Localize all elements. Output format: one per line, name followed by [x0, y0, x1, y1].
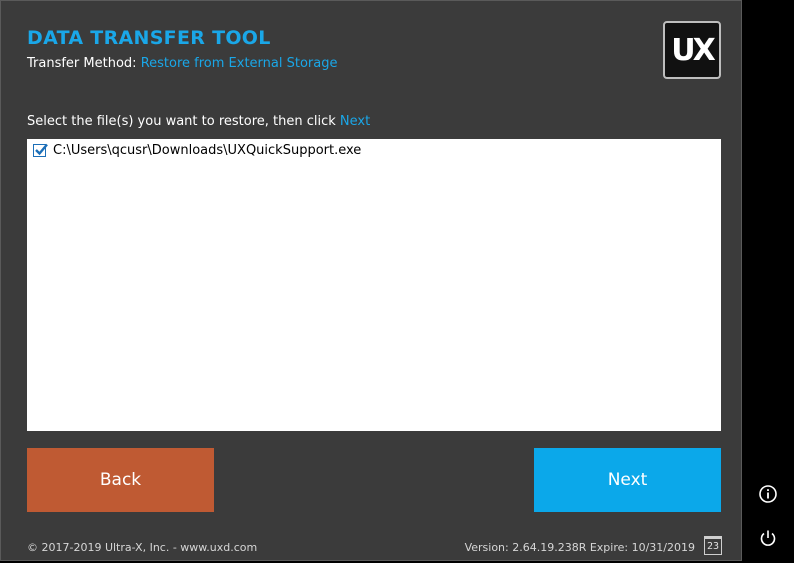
file-path: C:\Users\qcusr\Downloads\UXQuickSupport.… [53, 143, 362, 158]
power-button[interactable] [757, 527, 779, 549]
checkmark-icon [35, 143, 48, 156]
version-text: Version: 2.64.19.238R Expire: 10/31/2019 [464, 541, 695, 554]
transfer-method-label: Transfer Method: [27, 56, 137, 71]
calendar-day: 23 [706, 541, 720, 552]
instruction-label: Select the file(s) you want to restore, … [27, 114, 336, 129]
side-panel [742, 0, 794, 563]
info-button[interactable] [757, 483, 779, 505]
file-list[interactable]: C:\Users\qcusr\Downloads\UXQuickSupport.… [27, 139, 721, 431]
calendar-icon[interactable]: 23 [704, 536, 722, 555]
copyright-text: © 2017-2019 Ultra-X, Inc. - www.uxd.com [27, 541, 258, 554]
back-button[interactable]: Back [27, 448, 214, 512]
transfer-method-value: Restore from External Storage [140, 56, 338, 71]
ux-logo: UX [663, 21, 721, 79]
power-icon [760, 530, 776, 546]
info-icon [759, 485, 777, 503]
app-window: DATA TRANSFER TOOL Transfer Method: Rest… [0, 0, 742, 561]
instruction-text: Select the file(s) you want to restore, … [27, 114, 370, 129]
transfer-method: Transfer Method: Restore from External S… [27, 56, 337, 71]
list-item[interactable]: C:\Users\qcusr\Downloads\UXQuickSupport.… [33, 143, 361, 158]
next-button[interactable]: Next [534, 448, 721, 512]
file-checkbox[interactable] [33, 143, 48, 157]
instruction-next-link: Next [339, 114, 371, 129]
app-title: DATA TRANSFER TOOL [27, 27, 271, 49]
